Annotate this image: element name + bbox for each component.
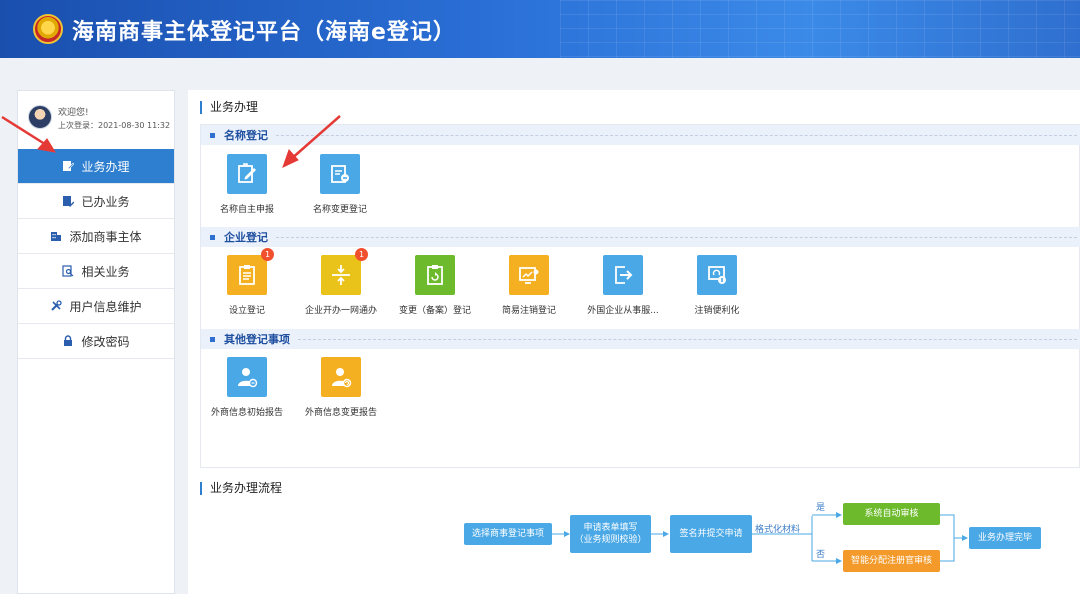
sidebar-item-label: 业务办理 [81, 159, 130, 174]
clipboard-list-icon [239, 265, 255, 285]
divider [276, 134, 1077, 136]
category-name-registration: 名称登记 [201, 125, 1080, 145]
exit-arrow-icon [615, 266, 633, 284]
user-change-icon [332, 368, 352, 388]
sidebar-item-password[interactable]: 修改密码 [18, 324, 174, 359]
sidebar-item-label: 添加商事主体 [69, 229, 142, 244]
flow-label-no: 否 [816, 550, 826, 560]
chart-screen-icon [519, 267, 539, 284]
notification-badge: 1 [355, 248, 368, 261]
tile-foreign-initial-report[interactable]: 外商信息初始报告 [202, 357, 292, 418]
clipboard-refresh-icon [427, 265, 443, 285]
tile-name-change[interactable]: 名称变更登记 [295, 154, 385, 215]
merge-arrows-icon [332, 265, 350, 285]
flow-label-yes: 是 [816, 503, 826, 513]
sidebar-nav: 业务办理 已办业务 添加商事主体 相关业务 用户信息维护 修改密码 [18, 149, 174, 359]
notification-badge: 1 [261, 248, 274, 261]
section-title-business: 业务办理 [200, 101, 258, 114]
search-document-icon [62, 265, 74, 277]
tile-icon-box [415, 255, 455, 295]
header-pattern [560, 0, 1080, 58]
last-login-text: 上次登录：2021-08-30 11:32 [58, 121, 171, 130]
clipboard-minus-icon [331, 165, 349, 183]
sidebar-item-completed[interactable]: 已办业务 [18, 184, 174, 219]
lock-icon [64, 335, 73, 346]
sidebar-item-label: 修改密码 [81, 334, 130, 349]
square-bullet-icon [210, 234, 215, 240]
category-other-matters: 其他登记事项 [201, 329, 1080, 349]
edit-form-icon [238, 163, 256, 183]
national-emblem-logo [33, 14, 63, 44]
tile-icon-box [697, 255, 737, 295]
flow-step-fill-form-line2: （业务规则校验） [574, 535, 647, 545]
user-report-icon [238, 368, 258, 388]
category-enterprise-registration: 企业登记 [201, 227, 1080, 247]
tile-icon-box [227, 357, 267, 397]
tile-label: 企业开办一网通办 [304, 306, 377, 316]
flow-step-sign-submit: 签名并提交申请 [670, 515, 752, 553]
document-check-icon [63, 196, 75, 207]
tile-label: 简易注销登记 [501, 306, 556, 316]
building-icon [51, 232, 62, 241]
category-label: 企业登记 [224, 231, 268, 244]
flow-step-manual-review: 智能分配注册官审核 [843, 550, 940, 572]
sidebar-item-business[interactable]: 业务办理 [18, 149, 174, 184]
user-info: 欢迎您! 上次登录：2021-08-30 11:32 [18, 91, 174, 149]
sidebar-item-related[interactable]: 相关业务 [18, 254, 174, 289]
app-header: 海南商事主体登记平台（海南e登记） [0, 0, 1080, 58]
tile-icon-box [509, 255, 549, 295]
tile-simple-cancellation[interactable]: 简易注销登记 [484, 255, 574, 316]
sidebar-item-add-entity[interactable]: 添加商事主体 [18, 219, 174, 254]
tile-icon-box [603, 255, 643, 295]
divider [298, 338, 1077, 340]
flow-step-auto-review: 系统自动审核 [843, 503, 940, 525]
tools-icon [51, 300, 63, 311]
tile-label: 变更（备案）登记 [398, 306, 471, 316]
tile-label: 名称变更登记 [312, 205, 367, 215]
sidebar-item-label: 用户信息维护 [69, 299, 142, 314]
tile-name-self-declaration[interactable]: 名称自主申报 [202, 154, 292, 215]
tile-icon-box [320, 154, 360, 194]
tile-icon-box [227, 154, 267, 194]
divider [276, 236, 1077, 238]
tile-label: 外商信息初始报告 [210, 408, 283, 418]
screen-refresh-icon [708, 266, 726, 284]
app-title: 海南商事主体登记平台（海南e登记） [72, 20, 456, 45]
edit-icon [63, 161, 75, 171]
category-label: 其他登记事项 [224, 333, 290, 346]
tile-icon-box [321, 357, 361, 397]
tile-establishment[interactable]: 1 设立登记 [202, 248, 292, 316]
square-bullet-icon [210, 336, 215, 342]
section-title-flow: 业务办理流程 [200, 482, 282, 495]
flow-step-complete: 业务办理完毕 [969, 527, 1041, 549]
main-panel: 业务办理 名称登记 名称自主申报 名称变更登记 企业登记 1 设立登记 1 企业… [188, 90, 1080, 594]
flow-step-fill-form: 申请表单填写 （业务规则校验） [570, 515, 651, 553]
tile-change-filing[interactable]: 变更（备案）登记 [390, 255, 480, 316]
tile-label: 名称自主申报 [219, 205, 274, 215]
tile-label: 外商信息变更报告 [304, 408, 377, 418]
flow-label-formatted-material: 格式化材料 [755, 525, 801, 535]
tile-icon-box: 1 [321, 248, 368, 295]
tile-icon-box: 1 [227, 248, 274, 295]
avatar [28, 105, 52, 129]
sidebar-item-user-info[interactable]: 用户信息维护 [18, 289, 174, 324]
sidebar-item-label: 已办业务 [81, 194, 130, 209]
sidebar: 欢迎您! 上次登录：2021-08-30 11:32 业务办理 已办业务 添加商… [17, 90, 175, 594]
tile-foreign-enterprise[interactable]: 外国企业从事服... [578, 255, 668, 316]
tile-label: 设立登记 [228, 306, 265, 316]
tile-label: 注销便利化 [694, 306, 740, 316]
tile-foreign-change-report[interactable]: 外商信息变更报告 [296, 357, 386, 418]
category-label: 名称登记 [224, 129, 268, 142]
tile-cancellation-facilitation[interactable]: 注销便利化 [672, 255, 762, 316]
tile-one-stop[interactable]: 1 企业开办一网通办 [296, 248, 386, 316]
business-box: 名称登记 名称自主申报 名称变更登记 企业登记 1 设立登记 1 企业开办一网通… [200, 124, 1080, 468]
flow-step-select-matter: 选择商事登记事项 [464, 523, 552, 545]
flow-step-fill-form-line1: 申请表单填写 [583, 523, 638, 533]
sidebar-item-label: 相关业务 [81, 264, 130, 279]
tile-label: 外国企业从事服... [587, 306, 659, 316]
square-bullet-icon [210, 132, 215, 138]
welcome-text: 欢迎您! [58, 108, 89, 118]
